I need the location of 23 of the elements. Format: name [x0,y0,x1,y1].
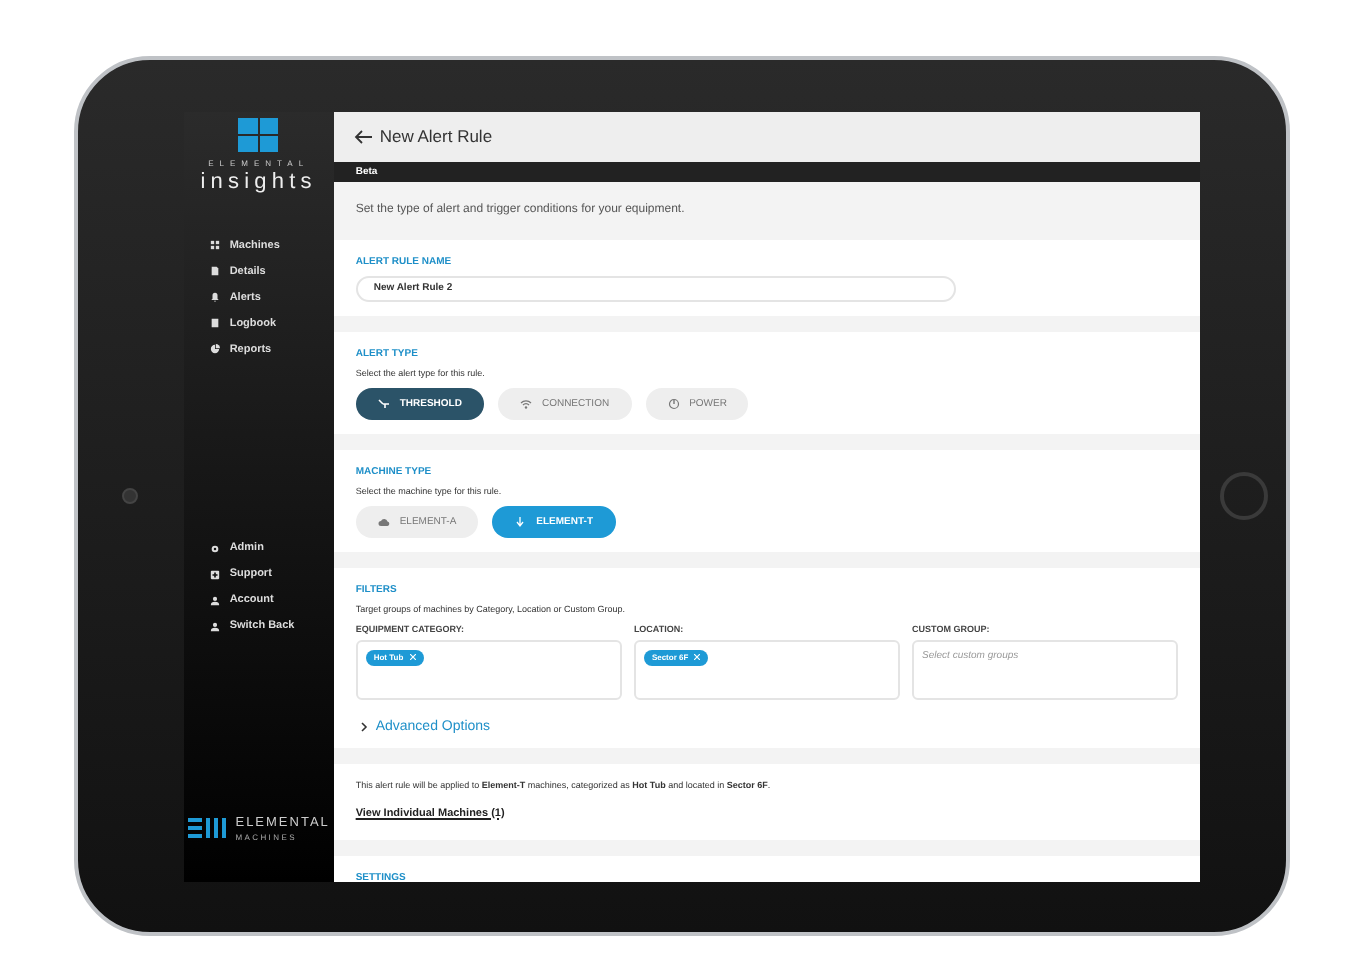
chevron-icon [359,721,368,731]
wifi-icon [519,397,532,409]
down-arrow-icon [514,515,527,527]
page-title: New Alert Rule [379,126,493,146]
plus-icon [209,569,220,579]
person-icon [209,595,220,605]
settings-icon [209,543,220,553]
close-icon[interactable] [409,654,416,660]
grid-icon [209,240,220,250]
back-arrow-icon[interactable] [353,129,372,143]
brand-name: insights [200,169,317,193]
document-icon [209,266,220,276]
camera-icon [122,488,139,504]
threshold-icon [377,397,390,409]
bell-icon [209,292,220,302]
pie-chart-icon [209,344,220,354]
book-icon [209,318,220,328]
person-icon [209,621,220,631]
close-icon[interactable] [694,654,701,660]
logo-icon [238,117,279,151]
bars-logo-icon [187,818,228,838]
power-icon [667,397,680,409]
cloud-icon [377,515,390,527]
